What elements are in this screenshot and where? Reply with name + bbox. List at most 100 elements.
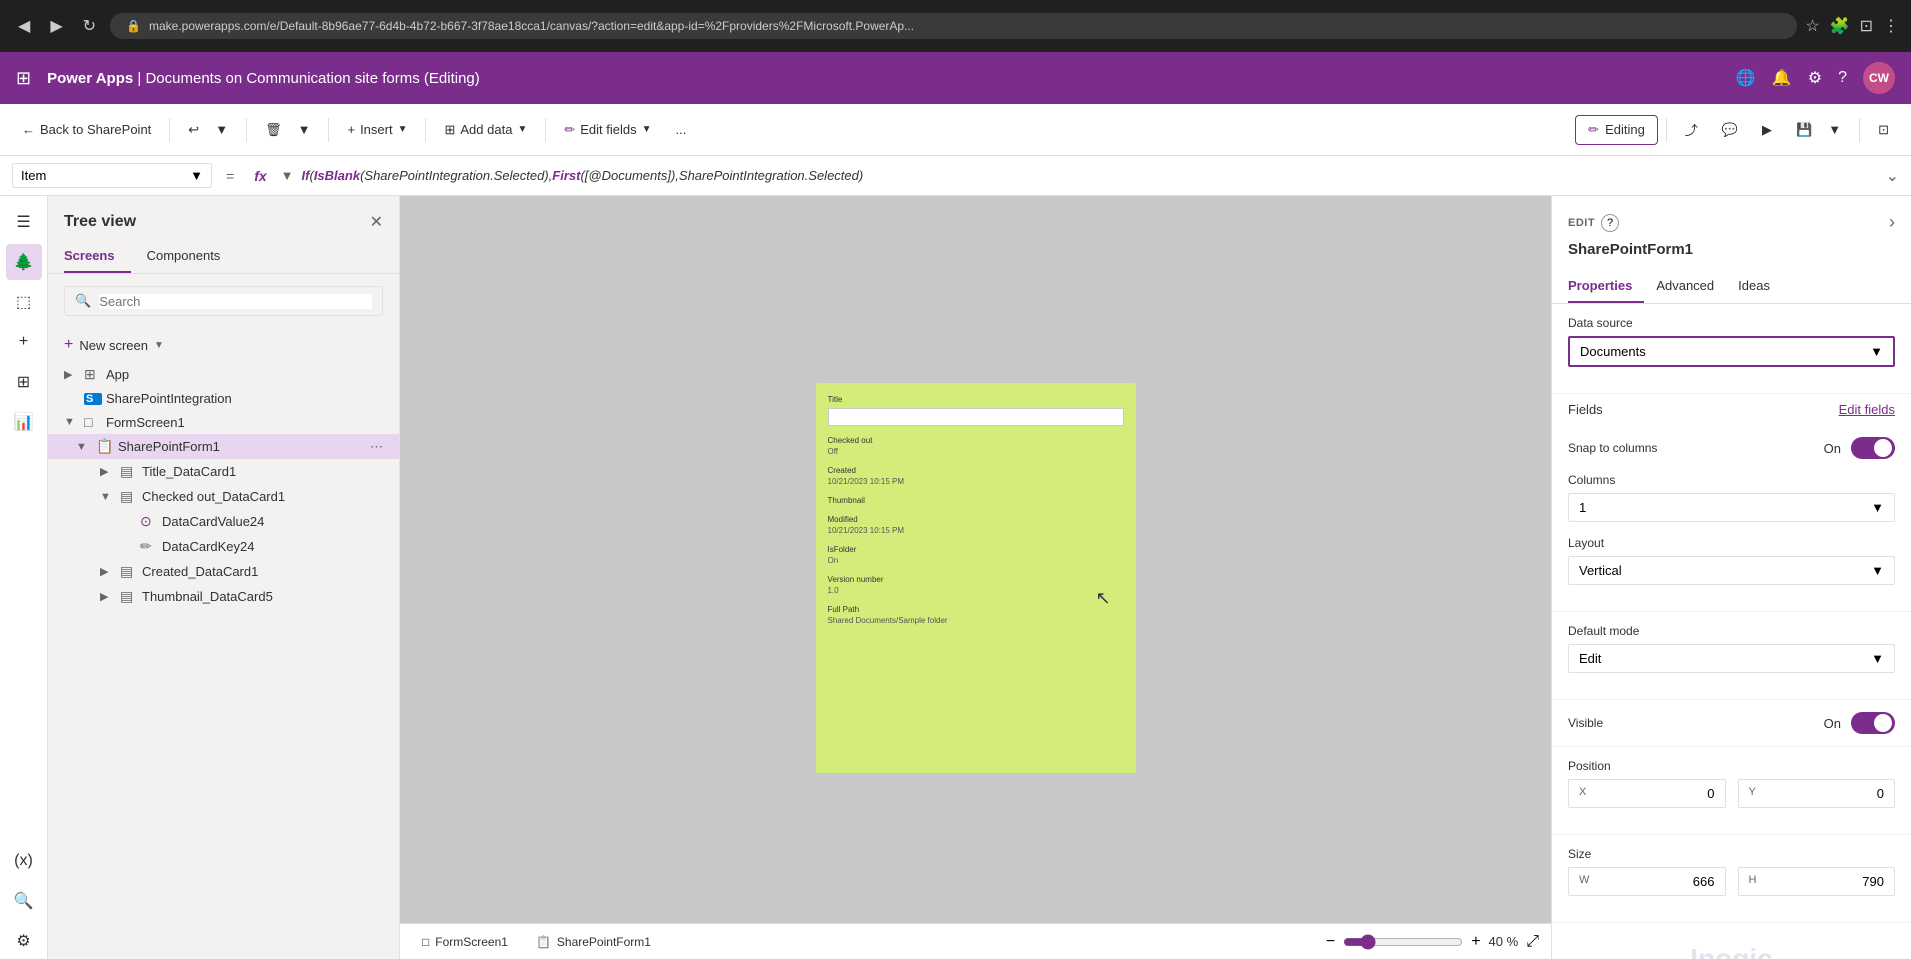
snap-columns-toggle[interactable] (1851, 437, 1895, 459)
delete-dropdown-btn[interactable]: ▼ (296, 116, 321, 143)
new-screen-btn[interactable]: + New screen ▼ (48, 328, 399, 362)
layout-dropdown[interactable]: Vertical ▼ (1568, 556, 1895, 585)
editing-btn[interactable]: ✏ Editing (1575, 115, 1658, 145)
item-label: Item (21, 168, 46, 183)
tab-components[interactable]: Components (147, 240, 237, 273)
zoom-slider[interactable] (1343, 934, 1463, 950)
edit-fields-link[interactable]: Edit fields (1839, 402, 1895, 417)
undo-dropdown-btn[interactable]: ▼ (213, 116, 238, 143)
share-btn[interactable]: ⤴ (1675, 114, 1708, 145)
title-input-box[interactable] (828, 408, 1124, 426)
play-btn[interactable]: ▶ (1752, 116, 1782, 144)
position-y-field[interactable]: Y 0 (1738, 779, 1896, 808)
expand-right-panel-btn[interactable]: › (1889, 212, 1895, 233)
edit-icon: ✏ (140, 538, 158, 555)
back-to-sharepoint-btn[interactable]: ← Back to SharePoint (12, 116, 161, 143)
data-source-dropdown[interactable]: Documents ▼ (1568, 336, 1895, 367)
data-btn[interactable]: ⊞ (6, 364, 42, 400)
spacer-icon: ▶ (64, 392, 80, 405)
tree-item-title-dc[interactable]: ▶ ▤ Title_DataCard1 (48, 459, 399, 484)
browser-toolbar-icons: ☆ 🧩 ⊡ ⋮ (1805, 16, 1899, 36)
size-h-field[interactable]: H 790 (1738, 867, 1896, 896)
thumbnail-label: Thumbnail (828, 496, 1124, 505)
settings-left-btn[interactable]: ⚙ (6, 923, 42, 959)
version-label: Version number (828, 575, 1124, 584)
tree-item-thumbnail-dc[interactable]: ▶ ▤ Thumbnail_DataCard5 (48, 584, 399, 609)
help-icon[interactable]: ? (1838, 69, 1847, 87)
right-panel: EDIT ? › SharePointForm1 Properties Adva… (1551, 196, 1911, 959)
tab-screens[interactable]: Screens (64, 240, 131, 273)
user-avatar[interactable]: CW (1863, 62, 1895, 94)
zoom-plus-btn[interactable]: + (1471, 933, 1480, 951)
isfolder-value: On (828, 556, 1124, 565)
tree-item-sp-form[interactable]: ▼ 📋 SharePointForm1 ⋯ (48, 434, 399, 459)
spacer-3: ▶ (120, 540, 136, 553)
visible-toggle[interactable] (1851, 712, 1895, 734)
more-save-btn[interactable]: ⊡ (1868, 116, 1899, 144)
screen1-label: FormScreen1 (435, 935, 508, 949)
formula-input[interactable]: If(IsBlank(SharePointIntegration.Selecte… (302, 168, 1878, 183)
canvas-area[interactable]: Title Checked out Off Created 10/21/2023… (400, 196, 1551, 959)
fx-button[interactable]: fx (248, 166, 272, 186)
delete-btn[interactable]: 🗑 (255, 116, 292, 144)
form-screen-tab[interactable]: □ FormScreen1 (412, 931, 518, 953)
undo-btn[interactable]: ↩ (178, 116, 209, 144)
globe-icon[interactable]: 🌐 (1736, 68, 1756, 88)
extension-icon[interactable]: 🧩 (1830, 16, 1850, 36)
tree-item-app[interactable]: ▶ ⊞ App (48, 362, 399, 387)
tree-item-dc-key24[interactable]: ▶ ✏ DataCardKey24 (48, 534, 399, 559)
formula-expand-btn[interactable]: ⌄ (1886, 166, 1899, 186)
browser-refresh-btn[interactable]: ↻ (77, 12, 102, 40)
default-mode-dropdown[interactable]: Edit ▼ (1568, 644, 1895, 673)
insert-btn[interactable]: + Insert ▼ (337, 116, 417, 143)
data-source-value: Documents (1580, 344, 1646, 359)
item-dropdown[interactable]: Item ▼ (12, 163, 212, 188)
analytics-btn[interactable]: 📊 (6, 404, 42, 440)
add-data-btn[interactable]: ⊞ Add data ▼ (434, 116, 537, 144)
fullpath-label: Full Path (828, 605, 1124, 614)
save-dropdown-btn[interactable]: ▼ (1826, 116, 1851, 143)
comments-btn[interactable]: 💬 (1712, 116, 1748, 144)
tab-icon[interactable]: ⊡ (1860, 16, 1873, 36)
browser-forward-btn[interactable]: ▶ (44, 12, 68, 40)
more-options-icon[interactable]: ⋯ (370, 439, 383, 455)
tree-view-btn[interactable]: 🌲 (6, 244, 42, 280)
sharepoint-form-tab[interactable]: 📋 SharePointForm1 (526, 931, 661, 953)
edit-fields-icon: ✏ (564, 122, 575, 138)
star-icon[interactable]: ☆ (1805, 16, 1819, 36)
tree-item-form-screen[interactable]: ▼ □ FormScreen1 (48, 410, 399, 434)
search-input[interactable] (99, 294, 372, 309)
zoom-minus-btn[interactable]: − (1326, 933, 1335, 951)
tab-properties[interactable]: Properties (1568, 270, 1644, 303)
hamburger-btn[interactable]: ☰ (6, 204, 42, 240)
form-thumbnail-field: Thumbnail (828, 496, 1124, 505)
tree-item-created-dc[interactable]: ▶ ▤ Created_DataCard1 (48, 559, 399, 584)
close-sidebar-btn[interactable]: ✕ (370, 212, 383, 232)
bottom-bar: □ FormScreen1 📋 SharePointForm1 − + 40 %… (400, 923, 1551, 959)
add-btn[interactable]: + (6, 324, 42, 360)
help-icon[interactable]: ? (1601, 214, 1619, 232)
search-left-btn[interactable]: 🔍 (6, 883, 42, 919)
tab-advanced[interactable]: Advanced (1656, 270, 1726, 303)
checked-out-value: Off (828, 447, 1124, 456)
columns-dropdown[interactable]: 1 ▼ (1568, 493, 1895, 522)
search-box[interactable]: 🔍 (64, 286, 383, 316)
position-x-field[interactable]: X 0 (1568, 779, 1726, 808)
tree-item-checked-dc[interactable]: ▼ ▤ Checked out_DataCard1 (48, 484, 399, 509)
layers-btn[interactable]: ⬚ (6, 284, 42, 320)
settings-icon[interactable]: ⚙ (1808, 68, 1822, 88)
variables-btn[interactable]: (x) (6, 843, 42, 879)
browser-back-btn[interactable]: ◀ (12, 12, 36, 40)
edit-fields-btn[interactable]: ✏ Edit fields ▼ (554, 116, 661, 144)
apps-grid-icon[interactable]: ⊞ (16, 68, 31, 89)
tree-item-dc-value24[interactable]: ▶ ⊙ DataCardValue24 (48, 509, 399, 534)
notification-icon[interactable]: 🔔 (1772, 68, 1792, 88)
tab-ideas[interactable]: Ideas (1738, 270, 1782, 303)
save-btn[interactable]: 💾 (1786, 116, 1822, 144)
expand-canvas-btn[interactable]: ⤢ (1526, 933, 1539, 951)
size-w-field[interactable]: W 666 (1568, 867, 1726, 896)
address-bar[interactable]: 🔒 make.powerapps.com/e/Default-8b96ae77-… (110, 13, 1797, 39)
more-options-btn[interactable]: ... (666, 116, 697, 143)
menu-icon[interactable]: ⋮ (1883, 16, 1899, 36)
tree-item-sp-integration[interactable]: ▶ S SharePointIntegration (48, 387, 399, 410)
